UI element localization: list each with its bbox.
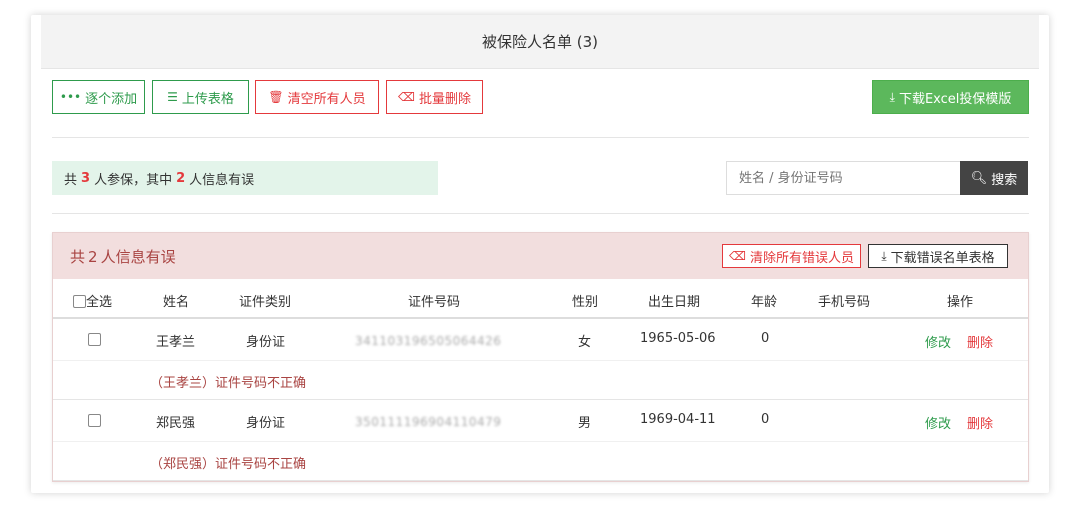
row-id-number: 341103196505064426 — [355, 334, 502, 348]
row-birth-date: 1965-05-06 — [640, 331, 716, 346]
add-one-button[interactable]: ••• 逐个添加 — [52, 80, 145, 114]
row-separator — [53, 360, 1028, 361]
download-icon: ⤓ — [889, 89, 895, 104]
select-all-label: 全选 — [86, 295, 113, 310]
eraser-icon: ⌫ — [398, 90, 415, 104]
page-title: 被保险人名单 (3) — [481, 33, 599, 51]
row-name: 王孝兰 — [156, 335, 196, 350]
summary-prefix: 共 — [64, 172, 78, 188]
clear-all-label: 清空所有人员 — [287, 91, 366, 107]
download-errors-label: 下载错误名单表格 — [890, 250, 995, 266]
toolbar: ••• 逐个添加 ☰ 上传表格 🗑 清空所有人员 ⌫ 批量删除 ⤓ 下载Exce… — [52, 80, 1029, 116]
clear-errors-label: 清除所有错误人员 — [749, 250, 854, 266]
header-id-type: 证件类别 — [239, 295, 292, 310]
clear-error-people-button[interactable]: ⌫ 清除所有错误人员 — [722, 244, 861, 268]
edit-link[interactable]: 修改 — [925, 332, 951, 351]
search-button-label: 搜索 — [991, 172, 1018, 188]
download-template-button[interactable]: ⤓ 下载Excel投保模版 — [872, 80, 1029, 114]
add-one-label: 逐个添加 — [85, 91, 138, 107]
download-error-list-button[interactable]: ⤓ 下载错误名单表格 — [868, 244, 1008, 268]
search-input[interactable] — [726, 161, 961, 195]
row-id-type: 身份证 — [246, 416, 286, 431]
summary-suffix: 人信息有误 — [189, 172, 255, 188]
clear-all-button[interactable]: 🗑 清空所有人员 — [255, 80, 379, 114]
edit-link[interactable]: 修改 — [925, 413, 951, 432]
header-gender: 性别 — [572, 295, 599, 310]
error-panel-header: 共 2 人信息有误 ⌫ 清除所有错误人员 ⤓ 下载错误名单表格 — [53, 233, 1028, 279]
row-checkbox[interactable] — [88, 333, 101, 348]
upload-label: 上传表格 — [181, 91, 234, 107]
insured-list-card: 被保险人名单 (3) ••• 逐个添加 ☰ 上传表格 🗑 清空所有人员 ⌫ 批量… — [31, 15, 1049, 493]
summary-middle: 人参保，其中 — [94, 172, 173, 188]
row-separator — [53, 441, 1028, 442]
card-header: 被保险人名单 (3) — [41, 15, 1039, 69]
ellipsis-icon: ••• — [59, 90, 82, 104]
batch-delete-button[interactable]: ⌫ 批量删除 — [386, 80, 483, 114]
search-icon: 🔍︎ — [970, 170, 988, 186]
row-gender: 女 — [578, 335, 592, 350]
row-error-message: （王孝兰）证件号码不正确 — [150, 376, 307, 391]
batch-delete-label: 批量删除 — [418, 91, 471, 107]
error-panel-title: 共 2 人信息有误 — [70, 246, 176, 267]
row-age: 0 — [761, 412, 770, 427]
table-header: 全选 姓名 证件类别 证件号码 性别 出生日期 年龄 手机号码 操作 — [53, 279, 1028, 319]
row-birth-date: 1969-04-11 — [640, 412, 716, 427]
error-title-prefix: 共 — [70, 248, 86, 266]
eraser-icon: ⌫ — [729, 249, 746, 263]
error-title-suffix: 人信息有误 — [100, 248, 176, 266]
header-id-number: 证件号码 — [408, 295, 461, 310]
summary-total: 3 — [81, 170, 91, 186]
header-phone: 手机号码 — [818, 295, 871, 310]
table-row: 郑民强 身份证 350111196904110479 男 1969-04-11 … — [53, 401, 1028, 481]
table-row: 王孝兰 身份证 341103196505064426 女 1965-05-06 … — [53, 320, 1028, 400]
row-id-type: 身份证 — [246, 335, 286, 350]
row-id-number: 350111196904110479 — [355, 415, 502, 429]
search-button[interactable]: 🔍︎ 搜索 — [960, 161, 1028, 195]
error-panel: 共 2 人信息有误 ⌫ 清除所有错误人员 ⤓ 下载错误名单表格 全选 姓名 证件类别… — [52, 232, 1029, 482]
row-error-message: （郑民强）证件号码不正确 — [150, 457, 307, 472]
trash-icon: 🗑 — [268, 90, 284, 104]
delete-link[interactable]: 删除 — [967, 332, 993, 351]
summary-error-count: 2 — [176, 170, 186, 186]
header-name: 姓名 — [163, 295, 190, 310]
upload-table-button[interactable]: ☰ 上传表格 — [152, 80, 249, 114]
divider — [52, 137, 1029, 138]
row-name: 郑民强 — [156, 416, 196, 431]
checkbox-icon — [73, 295, 86, 308]
download-template-label: 下载Excel投保模版 — [898, 91, 1012, 107]
row-age: 0 — [761, 331, 770, 346]
delete-link[interactable]: 删除 — [967, 413, 993, 432]
list-icon: ☰ — [167, 90, 178, 104]
row-gender: 男 — [578, 416, 592, 431]
row-checkbox[interactable] — [88, 414, 101, 429]
checkbox-icon — [88, 333, 101, 346]
header-birth-date: 出生日期 — [648, 295, 701, 310]
header-age: 年龄 — [751, 295, 778, 310]
error-title-count: 2 — [88, 248, 98, 266]
checkbox-icon — [88, 414, 101, 427]
summary-bar: 共 3 人参保，其中 2 人信息有误 — [52, 161, 438, 195]
select-all-checkbox[interactable]: 全选 — [73, 291, 112, 310]
header-actions: 操作 — [947, 295, 974, 310]
divider — [52, 213, 1029, 214]
download-icon: ⤓ — [881, 248, 887, 263]
